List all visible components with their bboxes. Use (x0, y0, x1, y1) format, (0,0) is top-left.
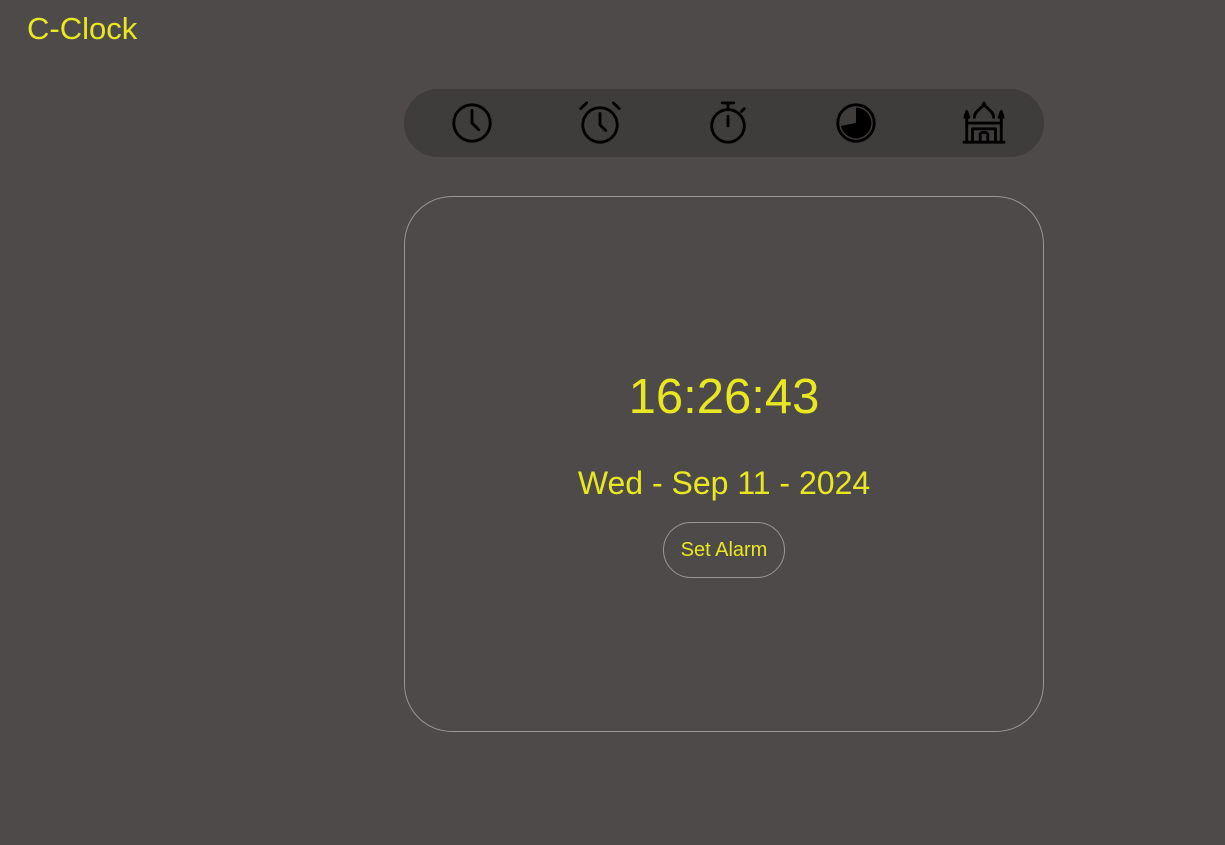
nav-clock-button[interactable] (436, 97, 508, 149)
mode-nav-bar (404, 89, 1044, 157)
nav-alarm-button[interactable] (564, 97, 636, 149)
nav-prayer-times-button[interactable] (948, 97, 1020, 149)
alarm-clock-icon (579, 101, 621, 144)
current-time: 16:26:43 (628, 370, 820, 424)
timer-icon (836, 103, 876, 143)
stopwatch-icon (710, 101, 746, 144)
current-date: Wed - Sep 11 - 2024 (577, 465, 871, 501)
app-title: C-Clock (27, 11, 138, 46)
clock-card: 16:26:43 Wed - Sep 11 - 2024 Set Alarm (404, 196, 1044, 732)
mosque-icon (962, 101, 1006, 144)
set-alarm-button[interactable]: Set Alarm (663, 522, 785, 578)
clock-icon (452, 103, 492, 143)
nav-stopwatch-button[interactable] (692, 97, 764, 149)
nav-timer-button[interactable] (820, 97, 892, 149)
